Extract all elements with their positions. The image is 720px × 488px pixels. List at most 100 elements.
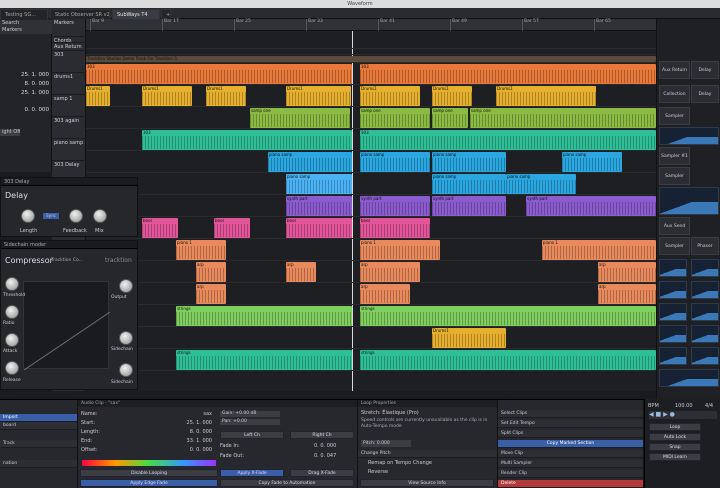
plugin-meter[interactable] bbox=[659, 259, 687, 277]
rack-button[interactable]: Collection bbox=[659, 85, 690, 103]
midi-learn-button[interactable]: MIDI Learn bbox=[649, 453, 701, 461]
clip[interactable]: arp bbox=[598, 284, 656, 304]
rack-button[interactable]: Phaser bbox=[691, 237, 719, 255]
clip-action-item[interactable]: Delete bbox=[498, 480, 643, 488]
plugin-meter[interactable] bbox=[691, 303, 719, 321]
rack-button[interactable]: Sampler bbox=[659, 107, 690, 125]
track-header[interactable]: samp 1 bbox=[52, 95, 86, 117]
clip[interactable]: Tracktion Studios Demo Track For Trackti… bbox=[86, 56, 656, 62]
clip[interactable]: arp bbox=[286, 262, 316, 282]
plugin-meter[interactable] bbox=[659, 127, 719, 145]
copy-fade-button[interactable]: Copy Fade to Automation bbox=[220, 479, 354, 487]
apply-xfade-button[interactable]: Apply X-Fade bbox=[220, 469, 284, 477]
plugin-meter[interactable] bbox=[691, 347, 719, 365]
clip[interactable]: synth part bbox=[526, 196, 656, 216]
clip[interactable]: arp bbox=[196, 262, 226, 282]
clip[interactable]: Drums1 bbox=[496, 86, 596, 106]
clip[interactable]: piano 1 bbox=[360, 240, 440, 260]
clip[interactable]: Drums1 bbox=[206, 86, 246, 106]
clip-action-item[interactable]: Split Clips bbox=[498, 430, 643, 438]
clip[interactable]: bass bbox=[286, 218, 352, 238]
sync-button[interactable]: Sync bbox=[43, 213, 59, 219]
rack-button[interactable]: Sampler bbox=[659, 167, 690, 185]
clip[interactable]: synth part bbox=[286, 196, 352, 216]
track-header[interactable]: Markers bbox=[52, 19, 86, 37]
clip[interactable]: 303 bbox=[86, 64, 352, 84]
apply-edge-fade-button[interactable]: Apply Edge Fade bbox=[80, 479, 218, 487]
tab-add[interactable]: + bbox=[161, 9, 171, 19]
ratio-knob[interactable] bbox=[5, 305, 19, 319]
clip[interactable]: strings bbox=[360, 306, 656, 326]
clip[interactable]: piano 1 bbox=[542, 240, 656, 260]
threshold-knob[interactable] bbox=[5, 277, 19, 291]
output-knob[interactable] bbox=[119, 279, 133, 293]
field-value[interactable]: 25. 1. 000 bbox=[118, 419, 216, 427]
track-lane[interactable] bbox=[86, 31, 656, 49]
plugin-meter[interactable] bbox=[659, 369, 719, 387]
offset-field[interactable]: ight Offset bbox=[0, 129, 20, 136]
bpm-value[interactable]: 100.00 bbox=[675, 403, 693, 409]
clip[interactable]: piano samp bbox=[432, 152, 506, 172]
clip[interactable]: synth part bbox=[432, 196, 506, 216]
change-pitch-item[interactable]: Change Pitch bbox=[358, 450, 497, 458]
clip[interactable]: 303 bbox=[360, 64, 656, 84]
clip[interactable]: Drums1 bbox=[360, 86, 420, 106]
sidechain-knob-2[interactable] bbox=[119, 363, 133, 377]
clip[interactable]: samp one bbox=[360, 108, 430, 128]
plugin-meter[interactable] bbox=[691, 325, 719, 343]
clip[interactable]: piano samp bbox=[360, 152, 430, 172]
compressor-preset[interactable]: Tracktion Co... bbox=[51, 258, 83, 263]
clip[interactable]: Drums1 bbox=[286, 86, 351, 106]
compressor-graph[interactable] bbox=[23, 281, 111, 371]
clip-action-item[interactable]: Select Clips bbox=[498, 410, 643, 418]
search-button[interactable]: Search bbox=[0, 20, 52, 27]
clip[interactable]: piano samp bbox=[506, 174, 576, 194]
pitch-field[interactable]: Pitch: 0.000 bbox=[361, 440, 411, 447]
clip[interactable]: piano samp bbox=[562, 152, 622, 172]
clip[interactable]: piano samp bbox=[268, 152, 352, 172]
clip[interactable]: samp one bbox=[250, 108, 350, 128]
feedback-knob[interactable] bbox=[69, 209, 83, 223]
clip[interactable]: Drums1 bbox=[142, 86, 192, 106]
clip[interactable]: piano samp bbox=[432, 174, 506, 194]
plugin-meter[interactable] bbox=[691, 281, 719, 299]
rack-button[interactable]: Sampler bbox=[659, 237, 690, 255]
drag-xfade-button[interactable]: Drag X-Fade bbox=[290, 469, 354, 477]
arrangement-area[interactable]: Tracktion Studios Demo Track For Trackti… bbox=[86, 31, 656, 391]
fade-out-value[interactable]: 0. 0. 047 bbox=[314, 453, 336, 459]
auto-lock-button[interactable]: Auto Lock bbox=[649, 433, 701, 441]
clip[interactable]: Drums1 bbox=[432, 86, 472, 106]
clip[interactable]: strings bbox=[360, 350, 656, 370]
plugin-meter[interactable] bbox=[659, 281, 687, 299]
clip[interactable]: bass bbox=[360, 218, 430, 238]
transport-controls[interactable]: ◀ ■ ▶ ● bbox=[649, 411, 717, 419]
rack-button[interactable]: Delay bbox=[691, 85, 719, 103]
field-value[interactable]: sax bbox=[118, 410, 216, 418]
mix-knob[interactable] bbox=[93, 209, 107, 223]
field-value[interactable]: 8. 0. 000 bbox=[118, 428, 216, 436]
track-item[interactable]: Track bbox=[0, 440, 77, 448]
length-knob[interactable] bbox=[21, 209, 35, 223]
track-lane[interactable] bbox=[86, 327, 656, 349]
left-channel-button[interactable]: Left Ch bbox=[220, 431, 284, 439]
field-value[interactable]: 33. 1. 000 bbox=[118, 437, 216, 445]
gain-slider[interactable]: Gain: +0.00 dB bbox=[220, 411, 280, 417]
tab-subways[interactable]: SubWays T4 bbox=[112, 9, 160, 19]
clip[interactable]: synth part bbox=[360, 196, 430, 216]
timeline-ruler[interactable]: Bar 9 Bar 17 Bar 25 Bar 33 Bar 41 Bar 49 Bar 5… bbox=[86, 19, 656, 31]
fade-in-value[interactable]: 0. 0. 000 bbox=[314, 443, 336, 449]
snap-button[interactable]: Snap bbox=[649, 443, 701, 451]
plugin-meter[interactable] bbox=[659, 187, 719, 215]
track-header[interactable]: drums1 bbox=[52, 73, 86, 95]
tab-testing[interactable]: Testing SG... bbox=[0, 9, 48, 19]
time-signature[interactable]: 4/4 bbox=[705, 403, 713, 409]
clip[interactable]: Drums1 bbox=[432, 328, 506, 348]
clip-action-item[interactable]: Copy Marked Section bbox=[498, 440, 643, 448]
clip[interactable]: Drums1 bbox=[86, 86, 110, 106]
clip[interactable]: 303 bbox=[360, 130, 656, 150]
plugin-meter[interactable] bbox=[659, 347, 687, 365]
clip[interactable]: piano 1 bbox=[176, 240, 226, 260]
loop-button[interactable]: Loop bbox=[649, 423, 701, 431]
view-source-button[interactable]: View Source Info bbox=[360, 479, 494, 487]
plugin-meter[interactable] bbox=[691, 259, 719, 277]
